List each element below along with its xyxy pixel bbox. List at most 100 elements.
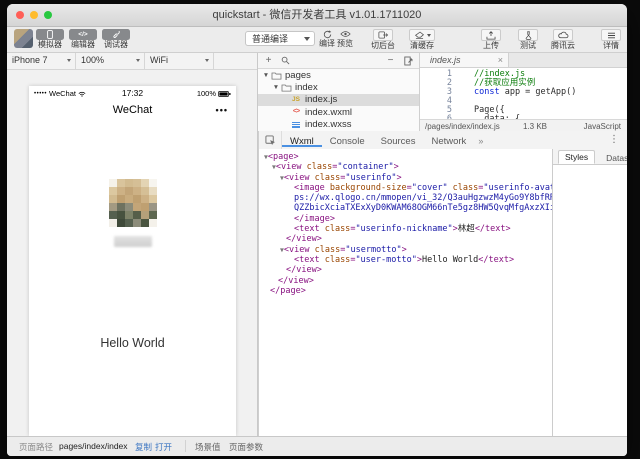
tab-overflow-icon[interactable]: »	[474, 136, 487, 146]
close-button[interactable]	[16, 11, 24, 19]
compile-mode-select[interactable]: 普通编译	[245, 31, 315, 46]
debugger-panel: WxmlConsoleSourcesNetwork» ⋮ ▼<page>▼<vi…	[258, 131, 627, 437]
collapse-icon[interactable]: −	[384, 54, 397, 67]
code-icon: </>	[69, 29, 97, 40]
flask-icon	[524, 31, 533, 40]
code-lines[interactable]: 1//index.js2//获取应用实例3const app = getApp(…	[420, 67, 627, 119]
cloud-icon	[558, 31, 569, 39]
file-name: index.wxml	[305, 107, 352, 118]
page-path-label: 页面路径	[19, 441, 53, 453]
open-path-link[interactable]: 打开	[155, 441, 172, 453]
add-file-icon[interactable]: +	[262, 54, 275, 67]
file-tree: ▼ pages ▼ indexJSindex.js<>index.wxmlindex.…	[258, 69, 419, 131]
locate-file-icon[interactable]	[402, 54, 415, 67]
title-bar[interactable]: quickstart - 微信开发者工具 v1.01.1711020	[7, 4, 627, 27]
styles-tab-bar: Styles Dataset	[553, 149, 627, 165]
toolbar-button-simulator[interactable]: 模拟器	[32, 29, 68, 49]
inspect-element-icon[interactable]	[259, 131, 282, 149]
wxml-node[interactable]: </view>	[259, 276, 552, 286]
file-name: index.wxss	[305, 119, 351, 130]
page-path-value: pages/index/index	[59, 441, 128, 451]
minimize-button[interactable]	[30, 11, 38, 19]
tree-expand-arrow[interactable]: ▼	[262, 72, 270, 79]
details-button[interactable]: 详情	[597, 29, 625, 50]
wxml-node[interactable]: </view>	[259, 234, 552, 244]
tab-wxml[interactable]: Wxml	[282, 136, 322, 147]
upload-icon	[486, 31, 496, 40]
user-avatar[interactable]	[14, 29, 33, 48]
scale-select[interactable]: 100%	[76, 53, 145, 69]
network-select[interactable]: WiFi	[145, 53, 214, 69]
switch-background-button[interactable]: 切后台	[366, 29, 400, 50]
wxml-node[interactable]: ps://wx.qlogo.cn/mmopen/vi_32/Q3auHgzwzM…	[259, 193, 552, 203]
zoom-button[interactable]	[44, 11, 52, 19]
eraser-icon	[414, 31, 425, 39]
tree-item-pages[interactable]: ▼ pages	[258, 69, 419, 81]
wxml-node[interactable]: </view>	[259, 265, 552, 275]
tree-item-index[interactable]: ▼ index	[258, 81, 419, 93]
main-area: iPhone 7 100% WiFi ••••• WeChat 17:32 10…	[7, 53, 627, 437]
file-size: 1.3 KB	[523, 122, 547, 131]
wxml-node[interactable]: </image>	[259, 214, 552, 224]
device-bar: iPhone 7 100% WiFi	[7, 53, 257, 70]
tab-index-js[interactable]: index.js ×	[420, 53, 509, 67]
tab-dataset[interactable]: Dataset	[600, 152, 627, 164]
userinfo-avatar[interactable]	[109, 179, 157, 227]
wxml-node[interactable]: ▼<view class="usermotto">	[259, 245, 552, 255]
tencent-cloud-button[interactable]: 腾讯云	[545, 29, 581, 50]
wxml-node[interactable]: <image background-size="cover" class="us…	[259, 183, 552, 193]
close-tab-icon[interactable]: ×	[498, 53, 503, 67]
hamburger-icon	[607, 32, 616, 39]
toolbar-button-debugger[interactable]: 调试器	[98, 29, 134, 49]
tree-item-index-js[interactable]: JSindex.js	[258, 94, 419, 106]
tab-console[interactable]: Console	[322, 136, 373, 147]
tree-expand-arrow[interactable]: ▼	[272, 84, 280, 91]
wxml-tree: ▼<page>▼<view class="container">▼<view c…	[259, 149, 553, 437]
toolbar-button-editor[interactable]: </> 编辑器	[65, 29, 101, 49]
debugger-tab-bar: WxmlConsoleSourcesNetwork» ⋮	[259, 131, 627, 150]
preview-button[interactable]: 预览	[331, 29, 359, 48]
divider	[185, 440, 186, 452]
copy-path-link[interactable]: 复制	[135, 441, 152, 453]
phone-nav-bar: WeChat •••	[29, 100, 236, 120]
more-button[interactable]: •••	[216, 100, 228, 120]
search-icon[interactable]	[279, 54, 292, 67]
scene-value-button[interactable]: 场景值	[195, 441, 221, 453]
userinfo-nickname-blurred	[114, 236, 152, 247]
wrench-icon	[112, 30, 121, 39]
wxml-node[interactable]: ▼<view class="userinfo">	[259, 173, 552, 183]
tab-network[interactable]: Network	[423, 136, 474, 147]
test-button[interactable]: 测试	[514, 29, 542, 50]
wxml-node[interactable]: </page>	[259, 286, 552, 296]
toolbar: 模拟器 </> 编辑器 调试器 普通编译 编译 预览 切后台 清缓存	[7, 27, 627, 53]
devtools-menu-icon[interactable]: ⋮	[605, 132, 623, 148]
tree-item-index-wxml[interactable]: <>index.wxml	[258, 106, 419, 118]
page-params-button[interactable]: 页面参数	[229, 441, 263, 453]
file-tree-toolbar: + −	[258, 53, 419, 69]
tree-item-index-wxss[interactable]: index.wxss	[258, 119, 419, 131]
file-tree-panel: + − ▼ pages ▼ indexJSindex.js<>index.wxmlin…	[258, 53, 420, 131]
chevron-down-icon	[67, 59, 71, 62]
wxml-node[interactable]: <text class="userinfo-nickname">林超</text…	[259, 224, 552, 234]
window-title: quickstart - 微信开发者工具 v1.01.1711020	[7, 4, 627, 26]
tab-styles[interactable]: Styles	[558, 150, 595, 164]
status-bar: 页面路径 pages/index/index 复制 打开 场景值 页面参数	[7, 436, 627, 456]
chevron-down-icon	[427, 34, 431, 37]
file-name: index.js	[305, 94, 337, 105]
file-name: pages	[285, 70, 311, 81]
battery-icon	[218, 91, 231, 97]
upload-button[interactable]: 上传	[477, 29, 505, 50]
battery-percent: 100%	[197, 89, 216, 98]
file-name: index	[295, 82, 318, 93]
wxml-node[interactable]: ▼<view class="container">	[259, 162, 552, 172]
page-title: WeChat	[29, 100, 236, 120]
device-select[interactable]: iPhone 7	[7, 53, 76, 69]
language-mode[interactable]: JavaScript	[584, 122, 621, 131]
tab-sources[interactable]: Sources	[373, 136, 424, 147]
phone-icon	[47, 30, 53, 39]
wxml-node[interactable]: QZZbicXciaTXExXyD0KWAM68OGM66nTe5gz8HW5Q…	[259, 203, 552, 213]
wxml-node[interactable]: ▼<page>	[259, 152, 552, 162]
clear-cache-button[interactable]: 清缓存	[403, 29, 441, 50]
phone-screen[interactable]: ••••• WeChat 17:32 100% WeChat •••	[29, 86, 236, 436]
wxml-node[interactable]: <text class="user-motto">Hello World</te…	[259, 255, 552, 265]
